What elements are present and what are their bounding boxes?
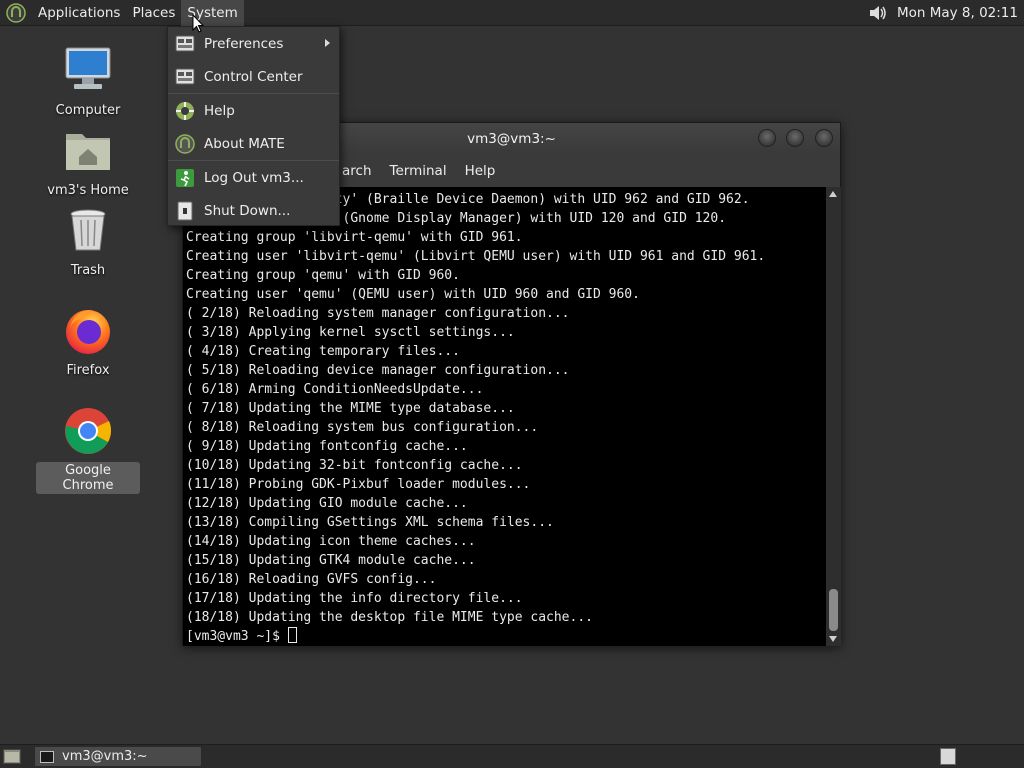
terminal-line: Creating group 'libvirt-qemu' with GID 9… [186,230,523,245]
workspace-switcher[interactable] [940,748,956,765]
menu-item-shut-down[interactable]: Shut Down... [168,194,339,227]
terminal-line: ( 8/18) Reloading system bus configurati… [186,420,539,435]
desktop-icon-firefox[interactable]: Firefox [36,304,140,379]
terminal-line: (13/18) Compiling GSettings XML schema f… [186,515,554,530]
menu-help[interactable]: Help [456,163,505,179]
menu-item-label: About MATE [204,135,285,152]
scroll-up-icon[interactable] [829,191,837,197]
maximize-button[interactable] [786,129,804,147]
menu-item-label: Shut Down... [204,202,291,219]
terminal-line: Creating user 'libvirt-qemu' (Libvirt QE… [186,249,766,264]
scroll-down-icon[interactable] [829,636,837,642]
menu-item-label: Control Center [204,68,303,85]
terminal-line: (11/18) Probing GDK-Pixbuf loader module… [186,477,531,492]
top-panel: Applications Places System Mon May 8, 02… [0,0,1024,26]
mouse-pointer-icon [192,14,204,33]
desktop-icon-trash[interactable]: Trash [36,204,140,279]
terminal-line: (12/18) Updating GIO module cache... [186,496,468,511]
scrollbar-thumb[interactable] [829,589,838,631]
desktop-icon-label: Firefox [66,363,110,378]
desktop-icon-label: vm3's Home [47,183,129,198]
terminal-line: Creating user 'qemu' (QEMU user) with UI… [186,287,640,302]
terminal-line: (15/18) Updating GTK4 module cache... [186,553,476,568]
terminal-scrollbar[interactable] [826,187,841,646]
desktop-icon-home[interactable]: vm3's Home [36,124,140,199]
preferences-icon [175,35,195,51]
firefox-icon [66,310,110,354]
submenu-arrow-icon [325,39,330,47]
menu-item-label: Log Out vm3... [204,169,304,186]
mate-logo-icon [175,133,195,154]
terminal-line: ( 3/18) Applying kernel sysctl settings.… [186,325,515,340]
trash-icon [70,209,106,251]
menu-item-control-center[interactable]: Control Center [168,60,339,93]
desktop-icon-computer[interactable]: Computer [36,44,140,119]
terminal-line: (17/18) Updating the info directory file… [186,591,523,606]
desktop-icon-label: Google Chrome [36,462,140,494]
terminal-prompt-line[interactable]: [vm3@vm3 ~]$ [186,627,826,646]
terminal-line: Creating group 'qemu' with GID 960. [186,268,460,283]
control-center-icon [175,68,195,84]
menu-item-about-mate[interactable]: About MATE [168,127,339,160]
taskbar-terminal-button[interactable]: vm3@vm3:~ [34,746,202,767]
terminal-line: ( 9/18) Updating fontconfig cache... [186,439,468,454]
terminal-line: ( 7/18) Updating the MIME type database.… [186,401,515,416]
menu-terminal[interactable]: Terminal [381,163,456,179]
menu-item-label: Preferences [204,35,284,52]
menu-item-help[interactable]: Help [168,94,339,127]
terminal-line: (16/18) Reloading GVFS config... [186,572,437,587]
terminal-output[interactable]: Creating user 'brltty' (Braille Device D… [183,187,826,646]
terminal-line: ( 2/18) Reloading system manager configu… [186,306,570,321]
terminal-line: (14/18) Updating icon theme caches... [186,534,476,549]
desktop-icon-chrome[interactable]: Google Chrome [36,404,140,494]
menu-item-label: Help [204,102,235,119]
computer-icon [65,47,111,89]
bottom-panel: vm3@vm3:~ [0,744,1024,768]
text-cursor [287,627,297,643]
applications-menu[interactable]: Applications [32,0,126,26]
terminal-line: ( 6/18) Arming ConditionNeedsUpdate... [186,382,484,397]
desktop-icon-label: Trash [70,263,106,278]
minimize-button[interactable] [758,129,776,147]
panel-tray: Mon May 8, 02:11 [867,0,1024,26]
menu-search[interactable]: arch [333,163,381,179]
shutdown-icon [177,201,193,220]
chrome-icon [65,408,112,454]
shell-prompt: [vm3@vm3 ~]$ [186,629,288,644]
mate-logo-icon[interactable] [6,2,26,23]
volume-icon[interactable] [867,2,889,24]
menu-item-log-out[interactable]: Log Out vm3... [168,161,339,194]
terminal-line: ( 5/18) Reloading device manager configu… [186,363,570,378]
terminal-line: (10/18) Updating 32-bit fontconfig cache… [186,458,523,473]
close-button[interactable] [815,129,833,147]
clock[interactable]: Mon May 8, 02:11 [889,5,1024,21]
system-menu-dropdown: Preferences Control Center Help About MA… [167,26,340,226]
system-menu[interactable]: System [181,0,244,26]
home-folder-icon [66,134,110,170]
places-menu[interactable]: Places [126,0,181,26]
logout-icon [176,168,194,187]
desktop-icon-label: Computer [55,103,121,118]
show-desktop-icon[interactable] [3,749,21,764]
terminal-icon [40,750,54,763]
terminal-line: ( 4/18) Creating temporary files... [186,344,460,359]
window-title: vm3@vm3:~ [467,131,556,147]
help-icon [176,101,194,120]
taskbar-button-label: vm3@vm3:~ [62,749,148,764]
terminal-line: (18/18) Updating the desktop file MIME t… [186,610,593,625]
